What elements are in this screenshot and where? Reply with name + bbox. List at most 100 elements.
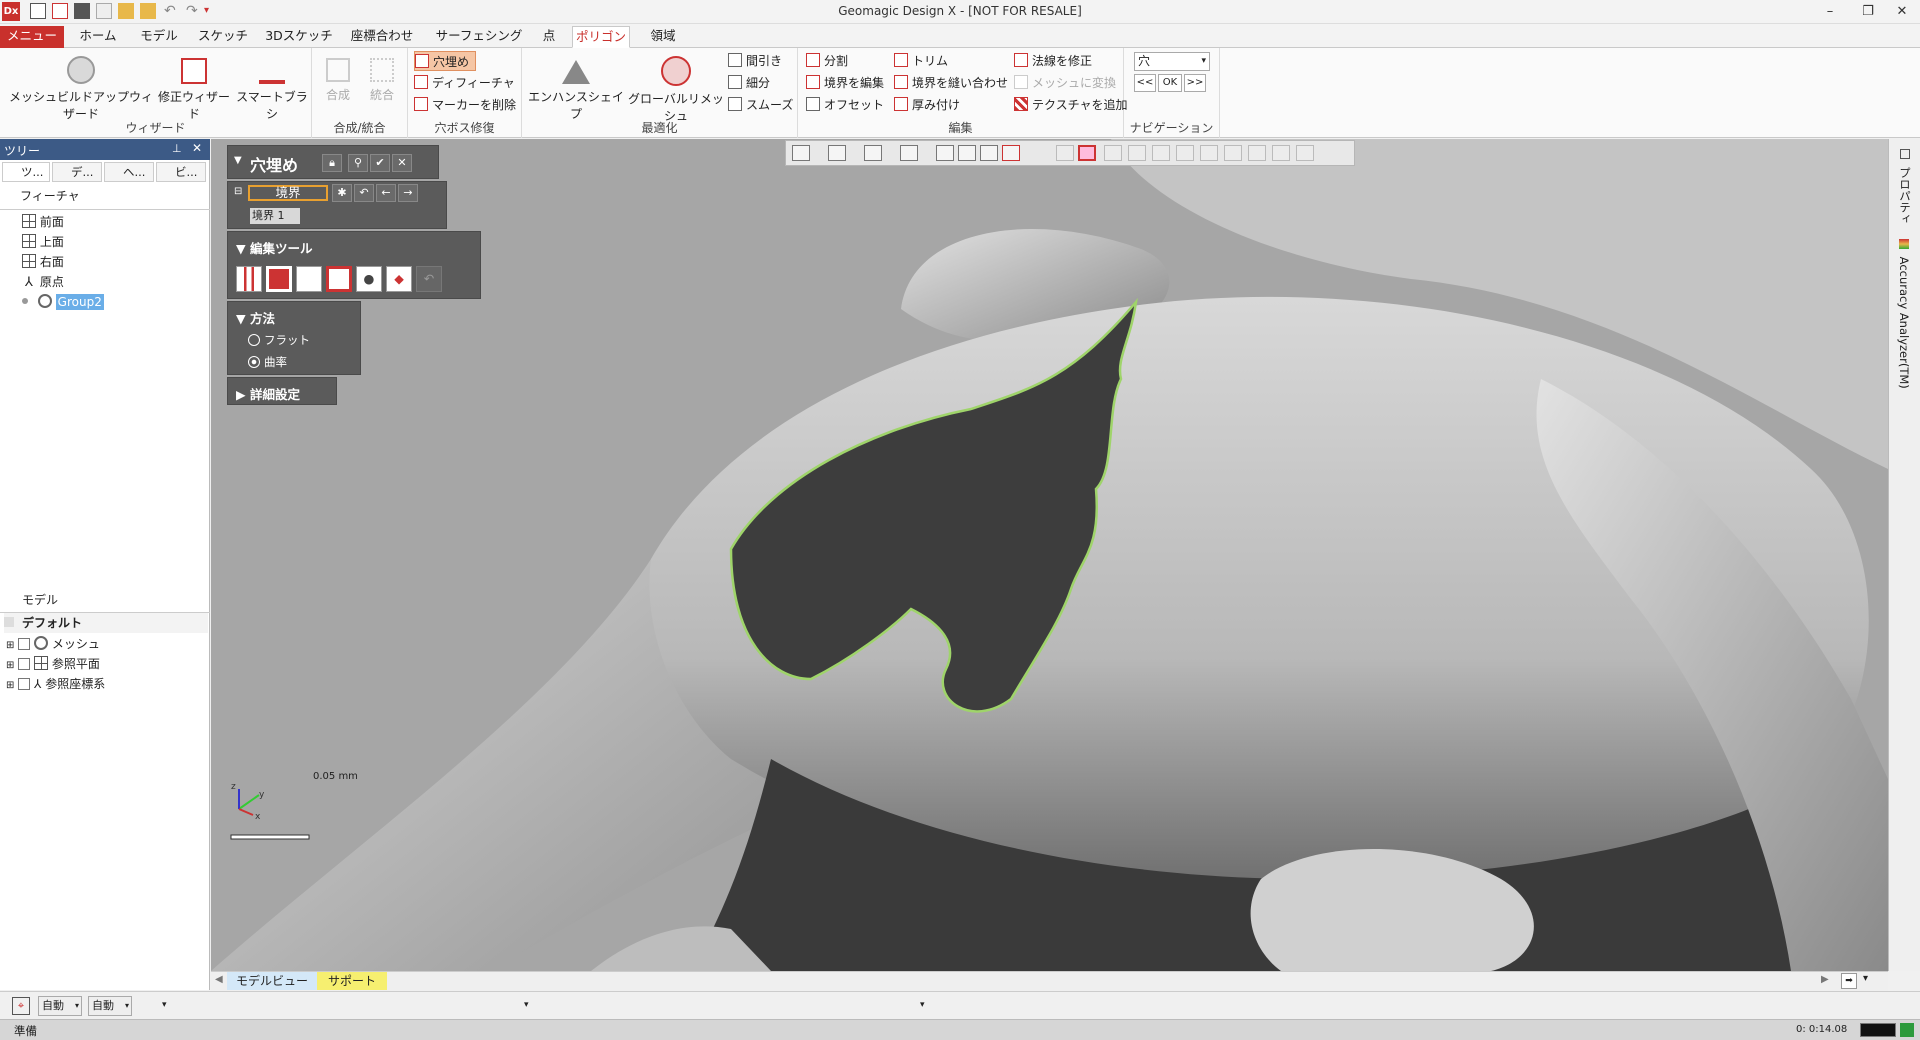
tree-item-top-plane[interactable]: 上面 <box>22 232 64 252</box>
tab-point[interactable]: 点 <box>536 26 562 48</box>
subdivide-button[interactable]: 細分 <box>728 73 770 93</box>
chevron-down-icon[interactable]: ▾ <box>162 1000 167 1010</box>
home-view-icon[interactable] <box>1002 145 1020 161</box>
convert-to-mesh-button[interactable]: メッシュに変換 <box>1014 73 1116 93</box>
extend-select-icon[interactable] <box>1224 145 1242 161</box>
mesh-buildup-wizard-button[interactable]: メッシュビルドアップウィザード <box>6 52 156 122</box>
circle-select-2-icon[interactable] <box>1128 145 1146 161</box>
scroll-left-icon[interactable]: ◀ <box>215 974 223 985</box>
magnify-select-icon[interactable] <box>1272 145 1290 161</box>
radio-flat[interactable]: フラット <box>248 332 310 348</box>
expand-icon[interactable]: ⊞ <box>6 680 14 691</box>
tab-support[interactable]: サポート <box>317 972 387 990</box>
prev-button[interactable]: << <box>1134 74 1156 92</box>
tab-property[interactable]: プロパティ <box>1897 149 1913 224</box>
visibility-icon[interactable] <box>18 678 31 690</box>
smart-brush-button[interactable]: スマートブラシ <box>234 52 310 122</box>
front-view-icon[interactable] <box>958 145 976 161</box>
expand-icon[interactable]: ⊞ <box>6 640 14 651</box>
collapse-icon[interactable]: ⊟ <box>234 186 242 197</box>
tab-surfacing[interactable]: サーフェシング <box>432 26 526 48</box>
merge-button[interactable]: 統合 <box>360 52 404 103</box>
radio-curvature[interactable]: 曲率 <box>248 354 287 370</box>
asterisk-icon[interactable]: ✱ <box>332 184 352 202</box>
close-icon[interactable]: ✕ <box>1882 0 1920 24</box>
tab-view[interactable]: ビ... <box>156 162 206 182</box>
cone-tool-icon[interactable] <box>296 266 322 292</box>
circle-select-icon[interactable] <box>1104 145 1122 161</box>
ok-button[interactable]: OK <box>1158 74 1182 92</box>
tab-model-view[interactable]: モデルビュー <box>227 972 317 990</box>
tab-menu-icon[interactable]: ➡ <box>1841 973 1857 989</box>
tab-model[interactable]: モデル <box>134 26 184 48</box>
tab-sketch[interactable]: スケッチ <box>194 26 252 48</box>
defeature-button[interactable]: ディフィーチャ <box>414 73 515 93</box>
tab-tree[interactable]: ツ... <box>2 162 50 182</box>
add-texture-button[interactable]: テクスチャを追加 <box>1014 95 1128 115</box>
rect-select-icon[interactable] <box>1078 145 1096 161</box>
split-view-icon[interactable] <box>980 145 998 161</box>
edit-boundary-button[interactable]: 境界を編集 <box>806 73 884 93</box>
chevron-down-icon[interactable]: ▾ <box>920 1000 925 1010</box>
brush-select-icon[interactable] <box>1176 145 1194 161</box>
chevron-down-icon[interactable]: ▾ <box>524 1000 529 1010</box>
section-header[interactable]: ▶ 詳細設定 <box>236 384 300 403</box>
arrow-right-icon[interactable]: → <box>398 184 418 202</box>
hand-select-icon[interactable] <box>1248 145 1266 161</box>
rect-fill-tool-icon[interactable] <box>326 266 352 292</box>
section-view-icon[interactable] <box>900 145 918 161</box>
lock-icon[interactable]: 🔒︎ <box>322 154 342 172</box>
tab-home[interactable]: ホーム <box>72 26 124 48</box>
auto-combo-2[interactable]: 自動 ▾ <box>88 996 132 1016</box>
split-button[interactable]: 分割 <box>806 51 848 71</box>
tab-3d-sketch[interactable]: 3Dスケッチ <box>262 26 336 48</box>
diamond-tool-icon[interactable]: ◆ <box>386 266 412 292</box>
tree-item-origin[interactable]: ⅄ 原点 <box>22 272 64 292</box>
fill-holes-button[interactable]: 穴埋め <box>414 51 477 71</box>
panel-close-icon[interactable]: ✕ <box>192 141 202 155</box>
fix-normals-button[interactable]: 法線を修正 <box>1014 51 1092 71</box>
tab-menu[interactable]: メニュー <box>0 26 64 48</box>
view-orientation-icon[interactable] <box>792 145 810 161</box>
chevron-down-icon[interactable]: ▾ <box>1863 973 1868 984</box>
3d-viewport[interactable]: y x z 0.05 mm ▼ 穴埋め 🔒︎ ⚲ ✔ ✕ ⊟ 境界 ✱ ↶ ← … <box>211 139 1888 971</box>
model-item-mesh[interactable]: ⊞ メッシュ <box>6 634 100 654</box>
decimate-button[interactable]: 間引き <box>728 51 782 71</box>
minimize-icon[interactable]: – <box>1810 0 1850 24</box>
boundary-field[interactable]: 境界 <box>248 185 328 201</box>
confirm-icon[interactable]: ✔ <box>370 154 390 172</box>
undo-icon[interactable]: ↶ <box>354 184 374 202</box>
repair-wizard-button[interactable]: 修正ウィザード <box>156 52 232 122</box>
undo-tool-icon[interactable]: ↶ <box>416 266 442 292</box>
tree-item-right-plane[interactable]: 右面 <box>22 252 64 272</box>
tab-alignment[interactable]: 座標合わせ <box>344 26 420 48</box>
section-header[interactable]: ▼ 方法 <box>236 308 275 327</box>
tab-polygon[interactable]: ポリゴン <box>572 26 630 48</box>
pin-icon[interactable]: ⊥ <box>172 142 182 155</box>
paint-select-icon[interactable] <box>1200 145 1218 161</box>
tab-display[interactable]: デ... <box>52 162 102 182</box>
trim-button[interactable]: トリム <box>894 51 948 71</box>
selection-filter-icon[interactable]: ⌖ <box>12 997 30 1015</box>
auto-combo-1[interactable]: 自動 ▾ <box>38 996 82 1016</box>
bridge-tool-icon[interactable] <box>236 266 262 292</box>
thicken-button[interactable]: 厚み付け <box>894 95 960 115</box>
scroll-right-icon[interactable]: ▶ <box>1821 974 1829 985</box>
lasso-select-icon[interactable] <box>1152 145 1170 161</box>
combine-button[interactable]: 合成 <box>318 52 358 103</box>
remove-marker-button[interactable]: マーカーを削除 <box>414 95 516 115</box>
line-select-icon[interactable] <box>1056 145 1074 161</box>
visibility-icon[interactable] <box>18 638 31 650</box>
model-item-ref-coord[interactable]: ⊞ ⅄ 参照座標系 <box>6 674 105 694</box>
render-mode-icon[interactable] <box>864 145 882 161</box>
tree-item-front-plane[interactable]: 前面 <box>22 212 64 232</box>
drop-tool-icon[interactable]: ● <box>356 266 382 292</box>
view-cube-icon[interactable] <box>828 145 846 161</box>
navigation-combo[interactable]: 穴 ▾ <box>1134 52 1210 71</box>
section-header[interactable]: ▼ 編集ツール <box>236 238 312 257</box>
boundary-list-item[interactable]: 境界 1 <box>250 208 300 224</box>
offset-button[interactable]: オフセット <box>806 95 884 115</box>
preview-icon[interactable]: ⚲ <box>348 154 368 172</box>
global-remesh-button[interactable]: グローバルリメッシュ <box>626 52 726 124</box>
visibility-select-icon[interactable] <box>1296 145 1314 161</box>
